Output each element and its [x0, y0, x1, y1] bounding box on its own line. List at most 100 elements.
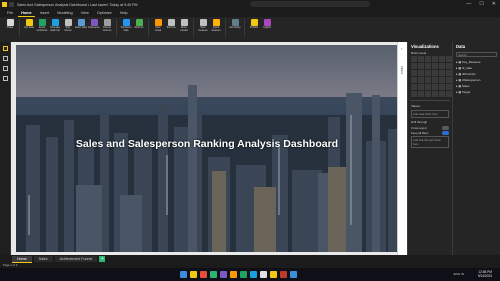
ribbon-button[interactable]: Excel workbook [36, 19, 48, 33]
model-view-icon[interactable] [3, 66, 8, 71]
ribbon-button[interactable]: New visual [152, 19, 164, 33]
taskbar-app-icon[interactable] [260, 271, 267, 278]
visual-type-icon[interactable] [418, 70, 424, 76]
keep-filters-toggle[interactable] [442, 131, 449, 135]
table-item[interactable]: ▸ ▦ Key_Measure [456, 60, 497, 64]
visual-type-icon[interactable] [439, 77, 445, 83]
visual-type-icon[interactable] [439, 56, 445, 62]
save-icon[interactable] [9, 2, 14, 7]
visual-type-icon[interactable] [439, 91, 445, 97]
values-well[interactable]: Add data fields here [411, 110, 449, 118]
ribbon-button[interactable]: Text box [165, 19, 177, 30]
ribbon-button[interactable]: Refresh [133, 19, 145, 30]
visual-type-icon[interactable] [425, 91, 431, 97]
ribbon-button[interactable]: New measure [197, 19, 209, 33]
ribbon-button[interactable]: Paste [4, 19, 16, 30]
ribbon-button[interactable]: Sensitivity [229, 19, 241, 30]
dax-query-icon[interactable] [3, 76, 8, 81]
menu-tab-view[interactable]: View [78, 10, 92, 16]
visual-type-icon[interactable] [432, 63, 438, 69]
drill-through-well[interactable]: Add drill-through fields here [411, 136, 449, 148]
taskbar-app-icon[interactable] [230, 271, 237, 278]
system-clock[interactable]: 12:58 PM 9/14/2024 [478, 270, 492, 278]
taskbar-app-icon[interactable] [250, 271, 257, 278]
menu-tab-home[interactable]: Home [18, 10, 35, 17]
filters-pane-collapsed[interactable]: ‹ Filters [397, 42, 407, 255]
report-page[interactable]: Sales and Salesperson Ranking Analysis D… [16, 45, 398, 252]
menu-tab-file[interactable]: File [4, 10, 16, 16]
taskbar-app-icon[interactable] [180, 271, 187, 278]
page-tab-sales[interactable]: Sales [33, 256, 53, 262]
cross-report-toggle[interactable] [442, 126, 449, 130]
ribbon-button[interactable]: More visuals [178, 19, 190, 33]
visual-type-icon[interactable] [432, 56, 438, 62]
close-button[interactable]: ✕ [492, 1, 496, 7]
ribbon-button[interactable]: SQL Server [62, 19, 74, 33]
visual-type-icon[interactable] [432, 91, 438, 97]
menu-tab-modeling[interactable]: Modeling [54, 10, 75, 16]
visual-type-icon[interactable] [411, 56, 417, 62]
ribbon-button[interactable]: Get data [23, 19, 35, 30]
visual-type-icon[interactable] [439, 84, 445, 90]
maximize-button[interactable]: ☐ [479, 1, 483, 7]
table-view-icon[interactable] [3, 56, 8, 61]
report-view-icon[interactable] [3, 46, 8, 51]
visual-type-icon[interactable] [425, 77, 431, 83]
table-item[interactable]: ▸ ▦ Sales [456, 84, 497, 88]
menu-tab-insert[interactable]: Insert [37, 10, 53, 16]
visual-type-icon[interactable] [432, 84, 438, 90]
table-item[interactable]: ▸ ▦ dProducts [456, 72, 497, 76]
minimize-button[interactable]: — [466, 1, 471, 7]
visual-type-icon[interactable] [411, 84, 417, 90]
taskbar-app-icon[interactable] [270, 271, 277, 278]
ribbon-button-label: OneLake data hub [49, 26, 61, 32]
ribbon-button[interactable]: Recent sources [101, 19, 113, 33]
visual-type-gallery [411, 56, 452, 97]
ribbon-button[interactable]: OneLake data hub [49, 19, 61, 33]
visual-type-icon[interactable] [439, 70, 445, 76]
menu-tab-optimize[interactable]: Optimize [94, 10, 115, 16]
ribbon-button-label: SQL Server [64, 26, 72, 32]
title-search-box[interactable] [250, 1, 370, 7]
language-indicator[interactable]: ENG IN [454, 272, 464, 276]
visual-type-icon[interactable] [418, 77, 424, 83]
visual-type-icon[interactable] [432, 77, 438, 83]
menu-tab-help[interactable]: Help [117, 10, 131, 16]
page-tab-home[interactable]: Home [12, 255, 32, 263]
table-item[interactable]: ▸ ▦ Target [456, 90, 497, 94]
ribbon-button[interactable]: Dataverse [88, 19, 100, 30]
visual-type-icon[interactable] [411, 77, 417, 83]
ribbon-button[interactable]: Enter data [75, 19, 87, 30]
visual-type-icon[interactable] [425, 63, 431, 69]
visual-type-icon[interactable] [425, 56, 431, 62]
visual-type-icon[interactable] [425, 70, 431, 76]
visual-type-icon[interactable] [439, 63, 445, 69]
visual-type-icon[interactable] [418, 84, 424, 90]
ribbon-button[interactable]: Copilot [261, 19, 273, 30]
ribbon-button-label: Excel workbook [36, 26, 48, 32]
ribbon-button[interactable]: Transform data [120, 19, 132, 33]
taskbar-app-icon[interactable] [240, 271, 247, 278]
ribbon-button[interactable]: Publish [248, 19, 260, 30]
expand-filters-icon[interactable]: ‹ [401, 46, 402, 51]
taskbar-app-icon[interactable] [190, 271, 197, 278]
taskbar-app-icon[interactable] [200, 271, 207, 278]
visual-type-icon[interactable] [418, 63, 424, 69]
taskbar-app-icon[interactable] [280, 271, 287, 278]
table-item[interactable]: ▸ ▦ dt_date [456, 66, 497, 70]
taskbar-app-icon[interactable] [210, 271, 217, 278]
visual-type-icon[interactable] [411, 91, 417, 97]
visual-type-icon[interactable] [432, 70, 438, 76]
visual-type-icon[interactable] [425, 84, 431, 90]
page-tab-achievement-funnel[interactable]: Achievement Funnel [54, 256, 98, 262]
visual-type-icon[interactable] [411, 70, 417, 76]
visual-type-icon[interactable] [418, 91, 424, 97]
table-item[interactable]: ▸ ▦ dSalesperson [456, 78, 497, 82]
ribbon-button[interactable]: Quick measure [210, 19, 222, 33]
visual-type-icon[interactable] [418, 56, 424, 62]
add-page-button[interactable]: + [99, 256, 106, 262]
taskbar-app-icon[interactable] [220, 271, 227, 278]
data-search-input[interactable]: Search [456, 52, 497, 57]
visual-type-icon[interactable] [411, 63, 417, 69]
taskbar-app-icon[interactable] [290, 271, 297, 278]
